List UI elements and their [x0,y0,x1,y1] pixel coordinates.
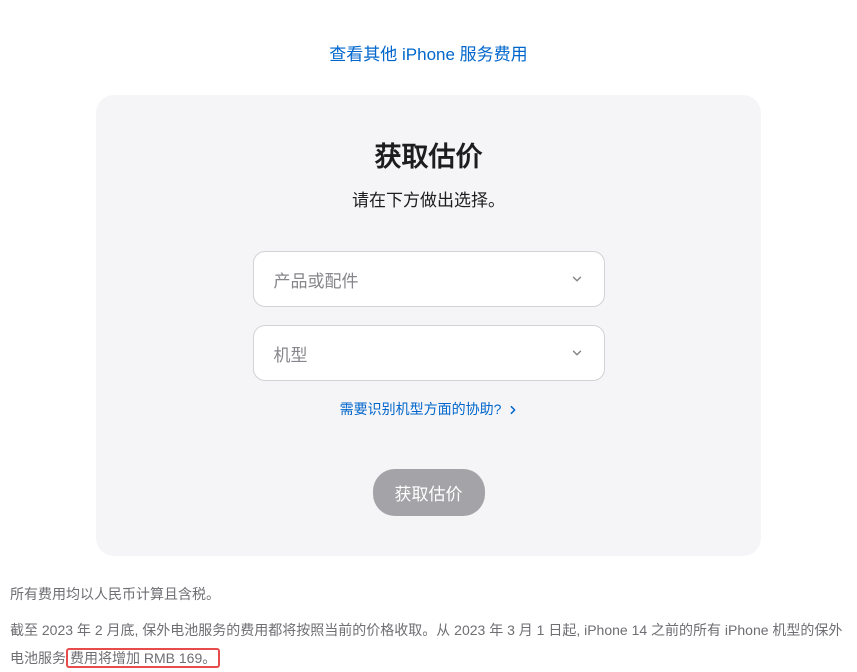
footer-line2: 截至 2023 年 2 月底, 保外电池服务的费用都将按照当前的价格收取。从 2… [10,616,847,672]
help-link-label: 需要识别机型方面的协助? [340,401,502,417]
card-title: 获取估价 [136,135,721,174]
get-estimate-button[interactable]: 获取估价 [373,469,485,516]
highlighted-price-change: 费用将增加 RMB 169。 [66,648,220,668]
chevron-down-icon [570,272,584,286]
estimate-card: 获取估价 请在下方做出选择。 产品或配件 机型 需要识别机型方面的协助? [96,95,761,556]
product-select-placeholder: 产品或配件 [274,267,570,292]
identify-model-help-link[interactable]: 需要识别机型方面的协助? [340,401,518,417]
submit-row: 获取估价 [136,469,721,516]
footer-line1: 所有费用均以人民币计算且含税。 [10,580,847,608]
select-group: 产品或配件 机型 [253,251,605,381]
other-services-link[interactable]: 查看其他 iPhone 服务费用 [329,45,527,64]
chevron-down-icon [570,346,584,360]
help-link-row: 需要识别机型方面的协助? [136,399,721,419]
footer-text: 所有费用均以人民币计算且含税。 截至 2023 年 2 月底, 保外电池服务的费… [10,556,847,672]
model-select[interactable]: 机型 [253,325,605,381]
card-subtitle: 请在下方做出选择。 [136,186,721,211]
top-link-row: 查看其他 iPhone 服务费用 [10,0,847,95]
product-select[interactable]: 产品或配件 [253,251,605,307]
model-select-placeholder: 机型 [274,341,570,366]
chevron-right-icon [509,401,517,417]
